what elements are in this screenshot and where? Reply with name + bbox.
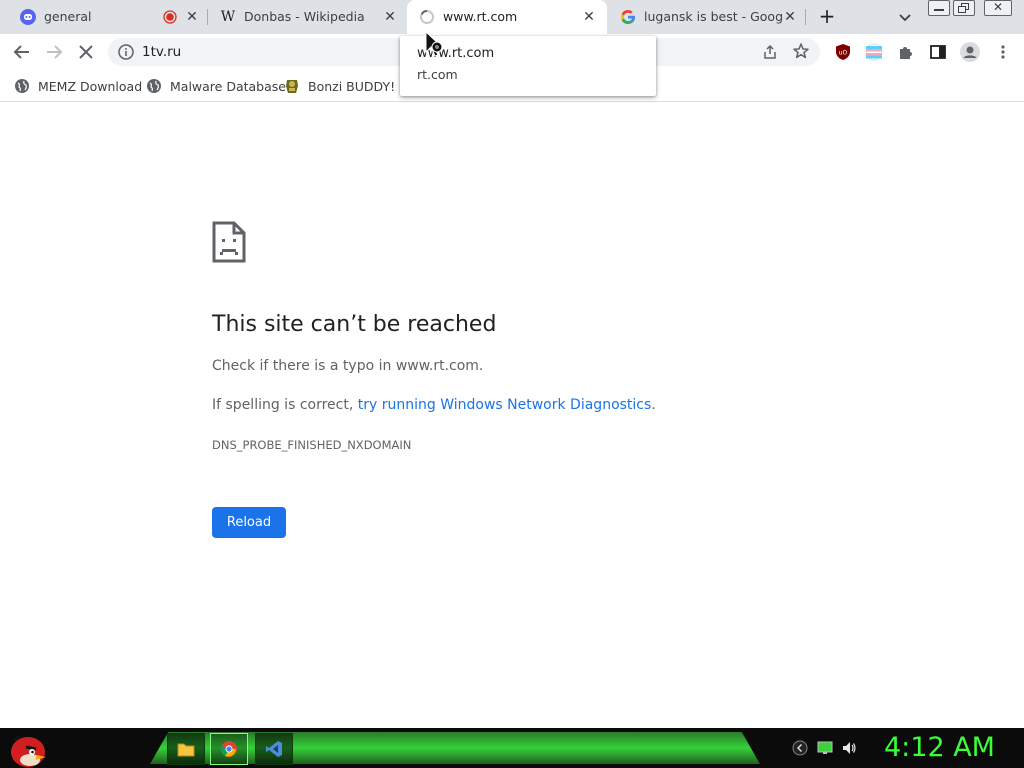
tab-close-button[interactable]: ✕ bbox=[581, 9, 597, 25]
recording-icon bbox=[163, 10, 177, 24]
bookmark-label: MEMZ Download bbox=[38, 78, 143, 94]
wikipedia-icon: W bbox=[220, 9, 236, 25]
bookmark-bonzi-buddy[interactable]: Bonzi BUDDY! bbox=[284, 76, 395, 96]
extensions-puzzle-icon[interactable] bbox=[897, 43, 915, 61]
volume-icon[interactable] bbox=[841, 740, 857, 756]
url-text: 1tv.ru bbox=[142, 44, 182, 60]
globe-icon bbox=[15, 79, 29, 93]
minimize-button[interactable] bbox=[928, 0, 950, 16]
tab-strip: general ✕ W Donbas - Wikipedia ✕ www.rt.… bbox=[0, 0, 1024, 34]
close-window-button[interactable]: ✕ bbox=[984, 0, 1012, 16]
menu-kebab-icon[interactable] bbox=[994, 43, 1012, 61]
taskbar-clock[interactable]: 4:12 AM bbox=[884, 732, 995, 763]
bookmark-star-icon[interactable] bbox=[792, 42, 810, 60]
bookmark-memz-download[interactable]: MEMZ Download bbox=[14, 76, 142, 96]
discord-icon bbox=[20, 9, 36, 25]
side-panel-icon[interactable] bbox=[929, 43, 947, 61]
bookmark-label: Malware Database bbox=[170, 78, 286, 94]
tab-google-search[interactable]: lugansk is best - Google S ✕ bbox=[608, 0, 806, 34]
visual-studio-icon bbox=[266, 741, 282, 757]
network-diagnostics-link[interactable]: try running Windows Network Diagnostics bbox=[358, 397, 652, 413]
ublock-origin-icon[interactable]: uO bbox=[834, 43, 852, 61]
globe-icon bbox=[147, 79, 161, 93]
taskbar-file-explorer[interactable] bbox=[167, 733, 205, 765]
tab-close-button[interactable]: ✕ bbox=[382, 9, 398, 25]
tab-rt-active[interactable]: www.rt.com ✕ bbox=[407, 0, 607, 34]
tab-title: Donbas - Wikipedia bbox=[244, 9, 365, 24]
pride-flag-extension-icon[interactable] bbox=[865, 43, 883, 61]
tab-close-button[interactable]: ✕ bbox=[782, 9, 798, 25]
error-title: This site can’t be reached bbox=[212, 312, 497, 337]
forward-icon[interactable] bbox=[43, 41, 65, 63]
taskbar-chrome[interactable] bbox=[210, 733, 248, 765]
google-icon bbox=[620, 10, 635, 24]
tab-close-button[interactable]: ✕ bbox=[184, 9, 200, 25]
taskbar-visual-studio[interactable] bbox=[255, 733, 293, 765]
tab-title: www.rt.com bbox=[443, 9, 518, 24]
tab-title: lugansk is best - Google S bbox=[644, 9, 782, 24]
loading-spinner-icon bbox=[420, 10, 434, 24]
taskbar: 4:12 AM bbox=[0, 728, 1024, 768]
hover-card-domain: rt.com bbox=[417, 67, 458, 82]
tab-title: general bbox=[44, 9, 92, 24]
new-tab-button[interactable]: + bbox=[816, 6, 838, 28]
show-hidden-icons-icon[interactable] bbox=[792, 740, 808, 756]
sad-page-icon bbox=[212, 221, 246, 263]
error-hint-typo: Check if there is a typo in www.rt.com. bbox=[212, 358, 484, 374]
stop-loading-icon[interactable] bbox=[75, 41, 97, 63]
svg-text:uO: uO bbox=[839, 50, 848, 57]
start-button-angry-bird-icon[interactable] bbox=[6, 730, 48, 768]
bonzi-icon bbox=[286, 80, 298, 93]
share-icon[interactable] bbox=[762, 44, 778, 60]
tab-general[interactable]: general ✕ bbox=[8, 0, 208, 34]
profile-avatar-icon[interactable] bbox=[960, 42, 980, 62]
back-icon[interactable] bbox=[11, 41, 33, 63]
site-info-icon[interactable] bbox=[118, 44, 134, 60]
chrome-icon bbox=[220, 741, 237, 757]
tab-donbas-wikipedia[interactable]: W Donbas - Wikipedia ✕ bbox=[208, 0, 406, 34]
restore-button[interactable] bbox=[953, 0, 975, 16]
tab-search-icon[interactable] bbox=[896, 8, 914, 26]
error-page: This site can’t be reached Check if ther… bbox=[0, 103, 1024, 728]
error-code: DNS_PROBE_FINISHED_NXDOMAIN bbox=[212, 438, 412, 452]
network-icon[interactable] bbox=[817, 740, 833, 756]
error-hint-diagnostics: If spelling is correct, try running Wind… bbox=[212, 397, 656, 413]
reload-button[interactable]: Reload bbox=[212, 507, 286, 538]
bookmark-malware-database[interactable]: Malware Database bbox=[146, 76, 286, 96]
folder-icon bbox=[177, 743, 195, 757]
bookmark-label: Bonzi BUDDY! bbox=[308, 78, 396, 94]
busy-cursor-icon bbox=[425, 30, 443, 57]
